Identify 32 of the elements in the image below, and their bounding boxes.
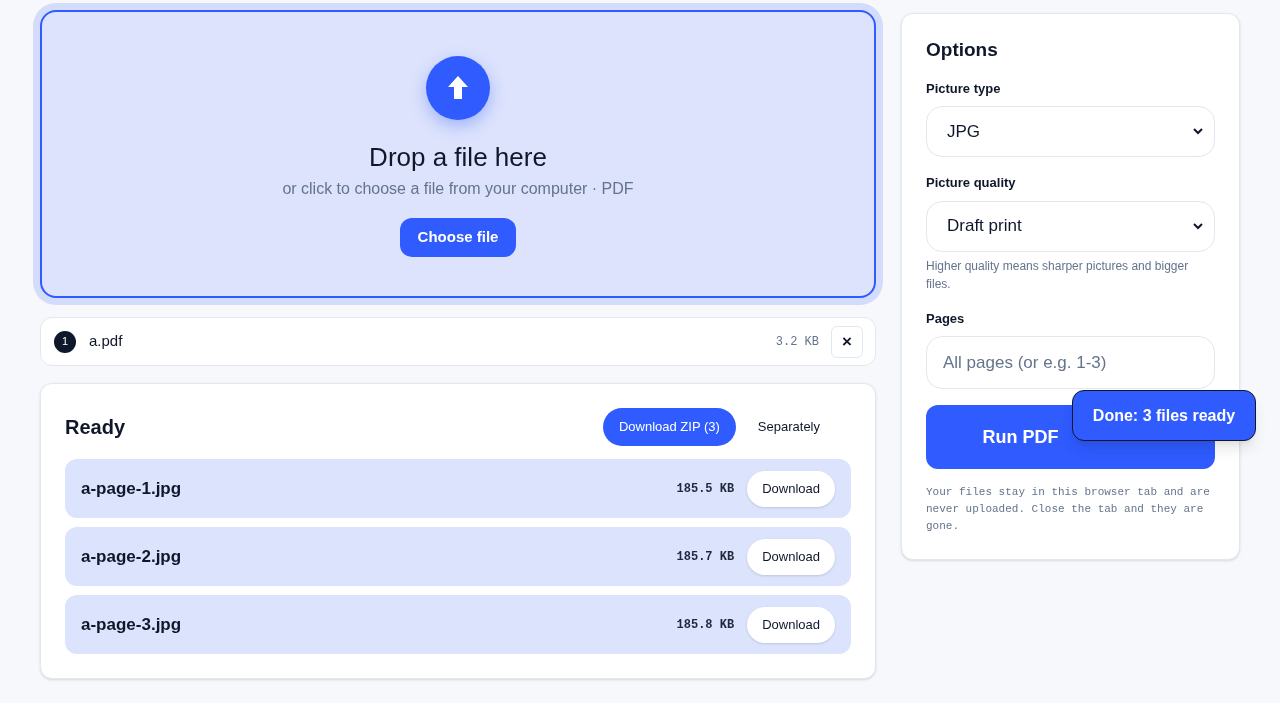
- result-file-name: a-page-2.jpg: [81, 545, 182, 568]
- quality-hint: Higher quality means sharper pictures and bigger files.: [926, 257, 1190, 293]
- picture-type-select[interactable]: JPG: [926, 106, 1215, 157]
- privacy-note: Your files stay in this browser tab and are never uploaded. Close the tab and they are gone.: [926, 485, 1211, 534]
- remove-button[interactable]: ×: [831, 325, 863, 358]
- download-button[interactable]: Download: [747, 470, 835, 507]
- results-title: Ready: [65, 415, 126, 440]
- field-label: Picture type: [926, 79, 1002, 98]
- field-label: Pages: [926, 309, 966, 328]
- result-file-name: a-page-1.jpg: [81, 477, 182, 500]
- upload-icon: [426, 56, 490, 120]
- download-button[interactable]: Download: [747, 538, 835, 575]
- result-file-size: 185.7 KB: [676, 548, 735, 566]
- chevron-icon: [1193, 127, 1203, 135]
- file-size: 3.2 KB: [775, 333, 819, 351]
- result-file-name: a-page-3.jpg: [81, 613, 182, 636]
- file-name: a.pdf: [89, 331, 123, 352]
- file-number-badge: 1: [54, 330, 76, 353]
- result-file-size: 185.5 KB: [676, 480, 735, 498]
- download-mode-tab[interactable]: Download ZIP (3): [602, 408, 736, 446]
- download-button[interactable]: Download: [747, 606, 835, 643]
- drop-subtitle: or click to choose a file from your computer · PDF: [282, 179, 634, 199]
- drop-title: Drop a file here: [369, 141, 547, 174]
- field-label: Picture quality: [926, 174, 1017, 192]
- result-file-size: 185.8 KB: [676, 616, 735, 634]
- choose-file-button[interactable]: Choose file: [399, 218, 517, 257]
- picture-quality-select[interactable]: Draft print: [926, 200, 1215, 252]
- toast: Done: 3 files ready: [1072, 390, 1256, 441]
- download-mode-tab[interactable]: Separately: [741, 408, 836, 446]
- chevron-icon: [1193, 221, 1203, 230]
- options-title: Options: [926, 38, 999, 62]
- pages-field[interactable]: All pages (or e.g. 1-3): [926, 336, 1215, 389]
